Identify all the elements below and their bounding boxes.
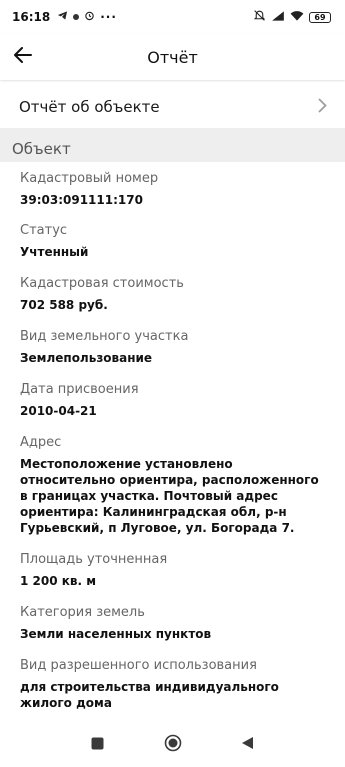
chevron-right-icon (318, 97, 327, 117)
field-label: Кадастровая стоимость (20, 276, 184, 291)
field-label: Категория земель (20, 605, 145, 620)
field-land-type: Вид земельного участка Землепользование (0, 329, 345, 366)
signal-icon (271, 10, 285, 25)
field-value: 39:03:091111:170 (20, 193, 143, 207)
notification-dot-icon (73, 14, 80, 20)
field-label: Адрес (20, 435, 62, 450)
field-label: Кадастровый номер (20, 171, 159, 186)
field-value: 702 588 руб. (20, 298, 108, 312)
field-status: Статус Учтенный (0, 223, 345, 260)
report-object-label: Отчёт об объекте (19, 98, 160, 116)
wifi-icon (290, 10, 304, 25)
field-value: 2010-04-21 (20, 404, 97, 418)
content: Отчёт об объекте Объект Кадастровый номе… (0, 80, 345, 711)
telegram-icon (57, 10, 68, 24)
field-label: Статус (20, 223, 68, 238)
back-button[interactable] (0, 34, 46, 80)
status-time: 16:18 (12, 10, 51, 24)
system-nav-bar (0, 722, 345, 767)
field-value: для строительства индивидуального жилого… (20, 680, 279, 710)
field-permitted-use: Вид разрешенного использования для строи… (0, 658, 345, 711)
arrow-left-icon (14, 47, 32, 67)
field-cadastral-number: Кадастровый номер 39:03:091111:170 (0, 171, 345, 208)
field-assignment-date: Дата присвоения 2010-04-21 (0, 382, 345, 419)
home-button[interactable] (163, 734, 183, 756)
square-icon (91, 735, 104, 754)
alarm-icon (84, 10, 95, 24)
status-bar: 16:18 ··· 69 (0, 0, 345, 34)
field-value: Учтенный (20, 245, 89, 259)
field-land-category: Категория земель Земли населенных пункто… (0, 605, 345, 642)
field-cadastral-cost: Кадастровая стоимость 702 588 руб. (0, 276, 345, 313)
field-value: Местоположение установлено относительно … (20, 457, 319, 535)
section-header-object: Объект (0, 128, 345, 162)
status-right: 69 (253, 9, 331, 25)
field-label: Площадь уточненная (20, 552, 168, 567)
triangle-back-icon (241, 735, 254, 754)
report-object-row[interactable]: Отчёт об объекте (0, 86, 345, 128)
more-notifications-icon: ··· (100, 10, 117, 24)
field-value: Землепользование (20, 351, 153, 365)
app-bar: Отчёт (0, 34, 345, 80)
back-nav-button[interactable] (238, 735, 258, 755)
mute-icon (253, 9, 266, 25)
field-area: Площадь уточненная 1 200 кв. м (0, 552, 345, 589)
home-circle-icon (164, 734, 182, 756)
page-title: Отчёт (147, 47, 198, 67)
field-label: Дата присвоения (20, 382, 139, 397)
recents-button[interactable] (88, 735, 108, 755)
field-value: 1 200 кв. м (20, 574, 97, 588)
battery-icon: 69 (309, 11, 331, 23)
field-value: Земли населенных пунктов (20, 627, 212, 641)
field-label: Вид земельного участка (20, 329, 189, 344)
field-address: Адрес Местоположение установлено относит… (0, 435, 345, 536)
field-label: Вид разрешенного использования (20, 658, 257, 673)
fields-list: Кадастровый номер 39:03:091111:170 Стату… (0, 171, 345, 711)
status-left: 16:18 ··· (12, 10, 117, 24)
